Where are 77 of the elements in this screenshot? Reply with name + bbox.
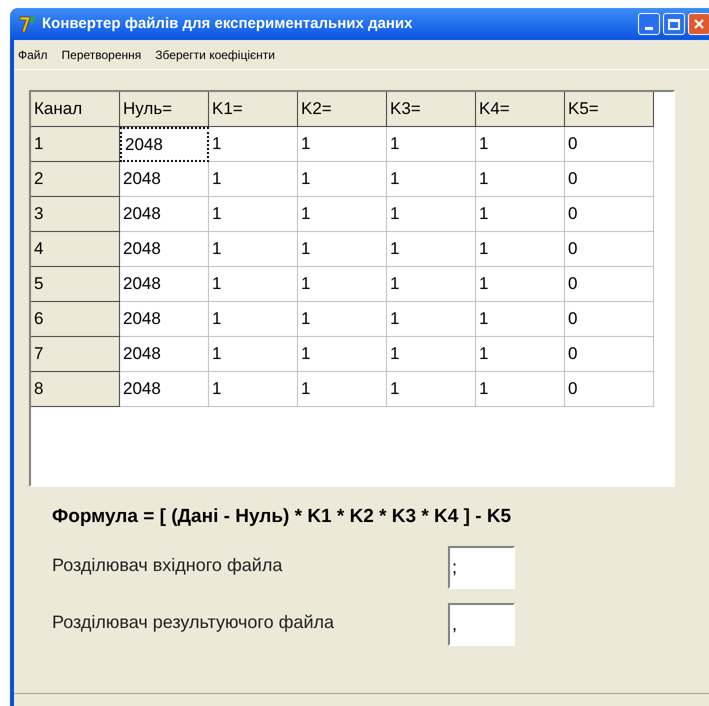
row-header[interactable]: 4 [31, 232, 120, 267]
maximize-button[interactable] [663, 13, 685, 35]
table-cell[interactable]: 1 [298, 232, 387, 267]
row-header[interactable]: 2 [31, 162, 120, 197]
column-header: Нуль= [120, 92, 209, 127]
table-cell[interactable]: 1 [387, 372, 476, 407]
table-cell[interactable]: 1 [387, 337, 476, 372]
table-cell[interactable]: 1 [209, 267, 298, 302]
table-cell[interactable]: 1 [298, 337, 387, 372]
table-cell[interactable]: 1 [298, 267, 387, 302]
close-icon [693, 18, 705, 30]
table-cell[interactable]: 1 [476, 162, 565, 197]
field-label: Розділювач результуючого файла [52, 610, 336, 634]
table-cell[interactable]: 1 [387, 162, 476, 197]
table-cell[interactable]: 1 [209, 197, 298, 232]
column-header: K1= [209, 92, 298, 127]
table-cell[interactable]: 1 [298, 162, 387, 197]
menu-item[interactable]: Зберегти коефіцієнти [155, 46, 275, 64]
menu-item[interactable]: Файл [18, 46, 48, 64]
table-cell[interactable]: 2048 [120, 302, 209, 337]
input-field[interactable]: , [448, 602, 515, 646]
table-cell[interactable]: 1 [209, 372, 298, 407]
table-cell[interactable]: 0 [565, 197, 654, 232]
table-cell[interactable]: 2048 [120, 197, 209, 232]
table-cell[interactable]: 2048 [120, 232, 209, 267]
minimize-button[interactable] [638, 13, 660, 35]
table-cell[interactable]: 1 [209, 337, 298, 372]
table-cell[interactable]: 2048 [120, 372, 209, 407]
table-cell[interactable]: 1 [476, 337, 565, 372]
table-cell[interactable]: 2048 [120, 267, 209, 302]
column-header: Канал [31, 92, 120, 127]
row-header[interactable]: 1 [31, 127, 120, 162]
field-label: Розділювач вхідного файла [52, 554, 284, 577]
table-cell[interactable]: 1 [476, 302, 565, 337]
row-header[interactable]: 5 [31, 267, 120, 302]
table-cell[interactable]: 1 [298, 197, 387, 232]
table-cell[interactable]: 1 [476, 127, 565, 162]
table-cell[interactable]: 1 [298, 302, 387, 337]
table-cell[interactable]: 1 [209, 232, 298, 267]
input-field[interactable]: ; [448, 546, 515, 588]
table-cell[interactable]: 1 [209, 127, 298, 162]
table-cell[interactable]: 1 [476, 197, 565, 232]
table-cell[interactable]: 1 [298, 127, 387, 162]
column-header: K2= [298, 92, 387, 127]
table-cell[interactable]: 0 [565, 162, 654, 197]
table-cell[interactable]: 2048 [120, 162, 209, 197]
table-cell[interactable]: 1 [476, 372, 565, 407]
table-cell[interactable]: 0 [565, 232, 654, 267]
table-cell[interactable]: 1 [387, 267, 476, 302]
row-header[interactable]: 3 [31, 197, 120, 232]
table-cell[interactable]: 2048 [120, 337, 209, 372]
menu-item[interactable]: Перетворення [62, 46, 142, 64]
table-cell[interactable]: 1 [387, 197, 476, 232]
row-header[interactable]: 7 [31, 337, 120, 372]
table-cell[interactable]: 1 [209, 302, 298, 337]
table-cell[interactable]: 1 [476, 267, 565, 302]
table-cell[interactable]: 1 [298, 372, 387, 407]
table-cell[interactable]: 1 [387, 127, 476, 162]
table-cell[interactable]: 1 [387, 302, 476, 337]
table-cell[interactable]: 1 [387, 232, 476, 267]
column-header: K5= [565, 92, 654, 127]
table-cell[interactable]: 1 [476, 232, 565, 267]
table-cell[interactable]: 0 [565, 267, 654, 302]
app-icon [18, 14, 38, 34]
table-cell[interactable]: 1 [209, 162, 298, 197]
window-title: Конвертер файлів для експериментальних даних [42, 14, 412, 34]
table-cell[interactable]: 0 [565, 302, 654, 337]
close-button[interactable] [688, 13, 709, 35]
column-header: K3= [387, 92, 476, 127]
formula-text: Формула = [ (Дані - Нуль) * K1 * K2 * K3 * K4 ] - K5 [52, 505, 512, 529]
row-header[interactable]: 6 [31, 302, 120, 337]
column-header: K4= [476, 92, 565, 127]
table-cell[interactable]: 0 [565, 127, 654, 162]
table-cell[interactable]: 0 [565, 337, 654, 372]
table-cell[interactable]: 2048 [120, 127, 209, 162]
table-cell[interactable]: 0 [565, 372, 654, 407]
row-header[interactable]: 8 [31, 372, 120, 407]
